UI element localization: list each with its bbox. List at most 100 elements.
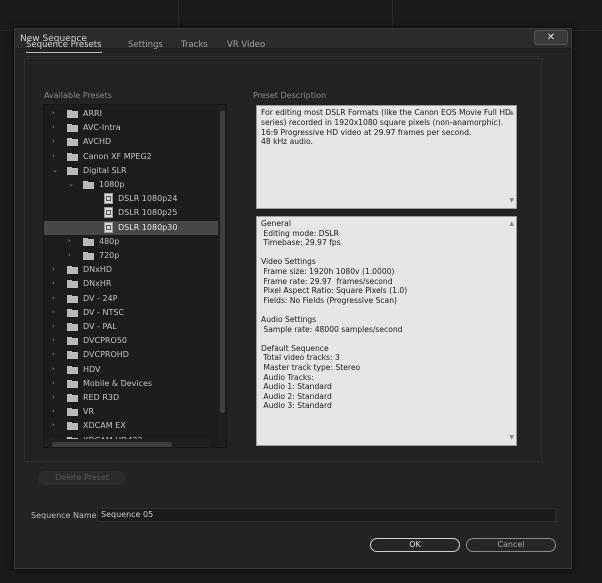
preset-item[interactable]: DSLR 1080p24 <box>44 192 222 206</box>
folder-icon <box>67 351 78 360</box>
chevron-right-icon[interactable]: › <box>52 138 59 145</box>
details-line: Audio 2: Standard <box>261 391 332 401</box>
folder-icon <box>67 124 78 133</box>
chevron-right-icon[interactable]: › <box>52 379 59 387</box>
details-line: Audio Settings <box>261 314 317 324</box>
preset-folder[interactable]: › AVC-Intra <box>44 121 222 135</box>
preset-folder[interactable]: › 720p <box>44 249 222 263</box>
chevron-right-icon[interactable]: › <box>52 422 59 429</box>
chevron-right-icon[interactable]: › <box>52 280 59 287</box>
chevron-right-icon[interactable]: › <box>52 124 59 131</box>
tree-vertical-scroll-thumb[interactable] <box>220 111 225 413</box>
chevron-right-icon[interactable]: › <box>52 294 59 302</box>
preset-file-icon <box>104 193 113 205</box>
tab-settings[interactable]: Settings <box>128 40 163 50</box>
details-scroll-up-icon[interactable]: ▲ <box>509 219 514 229</box>
preset-folder[interactable]: ⌄ 1080p <box>44 178 222 192</box>
folder-icon <box>67 365 78 374</box>
background-divider <box>392 0 393 30</box>
preset-details-box: ▲ ▼ General Editing mode: DSLR Timebase:… <box>256 216 517 446</box>
tree-vertical-scrollbar[interactable] <box>218 105 226 447</box>
preset-label: XDCAM EX <box>83 421 126 431</box>
preset-folder[interactable]: › 480p <box>44 235 222 249</box>
preset-folder[interactable]: ⌄ Digital SLR <box>44 164 222 178</box>
details-line: Pixel Aspect Ratio: Square Pixels (1.0) <box>261 286 408 296</box>
folder-icon <box>83 237 94 246</box>
preset-folder[interactable]: › DV - PAL <box>44 320 222 334</box>
delete-preset-button[interactable]: Delete Preset <box>38 471 126 485</box>
preset-item[interactable]: DSLR 1080p30 <box>44 220 222 235</box>
preset-tree[interactable]: › ARRI › AVC-Intra › AVCHD › Canon XF MPEG2 ⌄ Dig… <box>43 104 227 448</box>
preset-description-label: Preset Description <box>253 91 327 100</box>
tree-horizontal-scrollbar[interactable] <box>44 439 209 447</box>
chevron-right-icon[interactable]: › <box>52 365 59 373</box>
sequence-name-input[interactable]: Sequence 05 <box>97 508 556 522</box>
preset-label: HDV <box>83 364 101 374</box>
preset-folder[interactable]: › VR <box>44 405 222 419</box>
description-scroll-up-icon[interactable]: ▲ <box>509 108 514 118</box>
chevron-right-icon[interactable]: › <box>52 323 59 330</box>
tab-tracks[interactable]: Tracks <box>181 40 208 50</box>
preset-label: 480p <box>99 236 120 246</box>
preset-folder[interactable]: › DNxHD <box>44 263 222 277</box>
folder-icon <box>67 294 78 303</box>
preset-label: ARRI <box>83 109 102 118</box>
tree-horizontal-scroll-thumb[interactable] <box>52 442 172 447</box>
description-line: series) recorded in 1920x1080 square pix… <box>261 117 504 127</box>
preset-folder[interactable]: › DV - 24P <box>44 292 222 306</box>
preset-folder[interactable]: › DNxHR <box>44 277 222 291</box>
chevron-right-icon[interactable]: › <box>52 394 59 401</box>
tab-vr-video[interactable]: VR Video <box>227 40 265 50</box>
chevron-right-icon[interactable]: › <box>52 152 59 160</box>
chevron-right-icon[interactable]: › <box>52 337 59 344</box>
details-line: Fields: No Fields (Progressive Scan) <box>261 295 397 305</box>
preset-label: 720p <box>99 251 120 260</box>
preset-folder[interactable]: › Mobile & Devices <box>44 377 222 391</box>
chevron-right-icon[interactable]: › <box>52 308 59 316</box>
preset-folder[interactable]: › RED R3D <box>44 391 222 405</box>
preset-folder[interactable]: › AVCHD <box>44 135 222 149</box>
folder-icon <box>67 379 78 388</box>
close-button[interactable]: ✕ <box>534 30 568 45</box>
folder-icon <box>67 152 78 161</box>
preset-label: DV - 24P <box>83 293 118 303</box>
preset-folder[interactable]: › HDV <box>44 363 222 377</box>
description-scroll-down-icon[interactable]: ▼ <box>509 196 514 206</box>
chevron-right-icon[interactable]: › <box>68 237 75 245</box>
chevron-down-icon[interactable]: ⌄ <box>68 181 75 188</box>
tab-bar-divider <box>26 56 540 57</box>
details-line <box>261 248 512 258</box>
preset-label: Canon XF MPEG2 <box>83 151 152 161</box>
details-scroll-down-icon[interactable]: ▼ <box>509 433 514 443</box>
preset-folder[interactable]: › DV - NTSC <box>44 306 222 320</box>
tab-sequence-presets[interactable]: Sequence Presets <box>26 40 102 53</box>
details-line: Timebase: 29.97 fps <box>261 238 341 248</box>
chevron-right-icon[interactable]: › <box>52 351 59 358</box>
available-presets-label: Available Presets <box>44 91 112 100</box>
ok-button[interactable]: OK <box>370 538 460 552</box>
preset-label: DVCPRO50 <box>83 336 127 346</box>
folder-icon <box>67 394 78 402</box>
details-line: Video Settings <box>261 257 316 267</box>
details-line: Sample rate: 48000 samples/second <box>261 324 403 334</box>
preset-label: DVCPROHD <box>83 350 129 360</box>
folder-icon <box>67 337 78 346</box>
background-divider <box>178 0 179 30</box>
cancel-button[interactable]: Cancel <box>466 538 556 552</box>
preset-folder[interactable]: › Canon XF MPEG2 <box>44 150 222 164</box>
close-icon: ✕ <box>546 32 556 43</box>
chevron-right-icon[interactable]: › <box>68 252 75 259</box>
chevron-down-icon[interactable]: ⌄ <box>52 166 59 174</box>
preset-folder[interactable]: › ARRI <box>44 107 222 121</box>
chevron-right-icon[interactable]: › <box>52 110 59 117</box>
folder-icon <box>67 110 78 118</box>
preset-folder[interactable]: › DVCPRO50 <box>44 334 222 348</box>
details-line: Frame size: 1920h 1080v (1.0000) <box>261 266 395 276</box>
preset-folder[interactable]: › DVCPROHD <box>44 348 222 362</box>
chevron-right-icon[interactable]: › <box>52 408 59 415</box>
details-line: General <box>261 219 291 228</box>
folder-icon <box>67 266 78 275</box>
chevron-right-icon[interactable]: › <box>52 266 59 273</box>
preset-item[interactable]: DSLR 1080p25 <box>44 206 222 220</box>
preset-folder[interactable]: › XDCAM EX <box>44 419 222 433</box>
